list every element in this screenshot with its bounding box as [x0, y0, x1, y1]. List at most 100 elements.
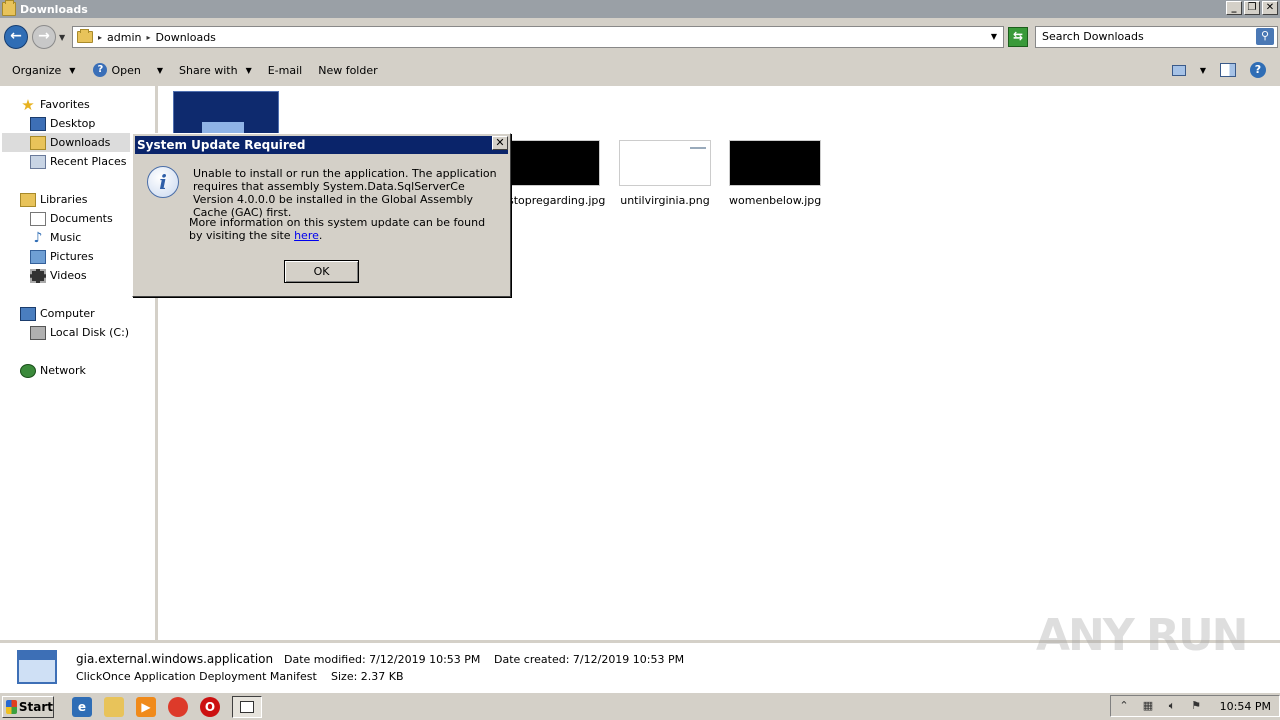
change-view-icon[interactable] — [1171, 64, 1186, 76]
folder-icon — [2, 0, 16, 16]
sidebar-item-desktop[interactable]: Desktop — [30, 114, 95, 133]
address-dropdown-icon[interactable]: ▼ — [991, 32, 997, 41]
computer-icon — [20, 306, 36, 321]
anyrun-watermark: ANY RUN — [1036, 610, 1248, 661]
file-name: untilvirginia.png — [620, 194, 710, 207]
sidebar-item-label: Network — [40, 364, 86, 377]
email-label: E-mail — [267, 63, 303, 77]
taskbar-active-window[interactable] — [232, 695, 262, 718]
taskbar: Start e ▶ O ⌃ ▦ 🔈︎ ⚑ 10:54 PM — [0, 692, 1280, 720]
details-file-type: ClickOnce Application Deployment Manifes… — [76, 670, 317, 683]
application-manifest-icon — [17, 650, 57, 684]
chevron-down-icon[interactable]: ▼ — [1200, 66, 1206, 75]
breadcrumb-downloads[interactable]: Downloads — [156, 31, 216, 44]
modified-label: Date modified: — [284, 653, 366, 666]
sidebar-item-label: Pictures — [50, 250, 94, 263]
close-button[interactable]: ✕ — [1262, 1, 1278, 15]
info-icon: i — [147, 166, 179, 198]
opera-icon[interactable]: O — [200, 696, 220, 717]
sidebar-item-favorites[interactable]: ★ Favorites — [20, 95, 89, 114]
file-name: womenbelow.jpg — [729, 194, 822, 207]
share-with-label: Share with — [178, 63, 238, 77]
sidebar-item-label: Videos — [50, 269, 87, 282]
open-button[interactable]: ? Open ▼ — [93, 63, 163, 77]
forward-button[interactable]: → — [32, 25, 56, 49]
file-thumbnail — [729, 140, 821, 186]
chevron-down-icon[interactable]: ▼ — [157, 66, 163, 75]
application-icon — [240, 700, 254, 713]
sidebar-item-local-disk[interactable]: Local Disk (C:) — [30, 323, 129, 342]
back-button[interactable]: ← — [4, 25, 28, 49]
modified-value: 7/12/2019 10:53 PM — [369, 653, 481, 666]
details-file-name: gia.external.windows.application — [76, 652, 274, 666]
sidebar-item-label: Computer — [40, 307, 95, 320]
file-explorer-icon[interactable] — [104, 696, 124, 717]
clock[interactable]: 10:54 PM — [1220, 700, 1271, 713]
chevron-right-icon[interactable]: ▸ — [146, 33, 150, 42]
documents-icon — [30, 211, 46, 226]
minimize-button[interactable]: _ — [1226, 1, 1242, 15]
share-with-button[interactable]: Share with ▼ — [179, 64, 252, 77]
sidebar-item-documents[interactable]: Documents — [30, 209, 113, 228]
pictures-icon — [30, 249, 46, 264]
email-button[interactable]: E-mail — [268, 64, 303, 77]
here-link[interactable]: here — [294, 229, 319, 242]
sidebar-item-label: Desktop — [50, 117, 96, 130]
organize-button[interactable]: Organize ▼ — [12, 64, 75, 77]
start-button[interactable]: Start — [2, 695, 54, 718]
sidebar-item-label: Recent Places — [50, 155, 127, 168]
dialog-title: System Update Required — [135, 136, 508, 154]
volume-icon[interactable]: 🔈︎ — [1165, 699, 1179, 713]
sidebar-item-music[interactable]: ♪ Music — [30, 228, 82, 247]
start-label: Start — [18, 699, 53, 714]
address-box[interactable]: ▸ admin ▸ Downloads ▼ — [72, 26, 1004, 48]
file-item[interactable]: stopregarding.jpg — [508, 140, 606, 207]
system-tray: ⌃ ▦ 🔈︎ ⚑ 10:54 PM — [1110, 695, 1280, 717]
new-folder-button[interactable]: New folder — [318, 64, 377, 77]
search-icon[interactable]: ⚲ — [1256, 28, 1274, 45]
recent-pages-dropdown[interactable]: ▼ — [59, 33, 65, 42]
music-icon: ♪ — [33, 229, 43, 246]
help-icon[interactable]: ? — [1250, 62, 1266, 78]
file-name: stopregarding.jpg — [508, 194, 606, 207]
internet-explorer-icon[interactable]: e — [72, 696, 92, 717]
sidebar-item-pictures[interactable]: Pictures — [30, 247, 94, 266]
organize-label: Organize — [12, 63, 62, 77]
sidebar-item-network[interactable]: Network — [20, 361, 86, 380]
refresh-button[interactable]: ⇆ — [1008, 27, 1028, 47]
dialog-close-button[interactable]: ✕ — [492, 136, 508, 150]
size-value: 2.37 KB — [360, 670, 404, 683]
search-input[interactable]: Search Downloads — [1035, 26, 1278, 48]
sidebar-item-videos[interactable]: Videos — [30, 266, 87, 285]
view-controls: ▼ ? — [1171, 62, 1266, 78]
address-bar-area: ← → ▼ ▸ admin ▸ Downloads ▼ ⇆ Search Dow… — [0, 18, 1280, 54]
preview-pane-icon[interactable] — [1220, 63, 1236, 77]
chrome-icon[interactable] — [168, 696, 188, 717]
chevron-right-icon[interactable]: ▸ — [98, 33, 102, 42]
sidebar-item-downloads[interactable]: Downloads — [2, 133, 130, 152]
system-update-dialog: System Update Required ✕ i Unable to ins… — [132, 133, 511, 297]
sidebar-item-recent-places[interactable]: Recent Places — [30, 152, 127, 171]
more-info-suffix: . — [318, 229, 323, 242]
media-player-icon[interactable]: ▶ — [136, 696, 156, 717]
window-title-bar: Downloads _ ❐ ✕ — [0, 0, 1280, 18]
file-item[interactable]: untilvirginia.png — [619, 140, 711, 207]
window-controls: _ ❐ ✕ — [1226, 1, 1278, 15]
details-modified: Date modified: 7/12/2019 10:53 PM — [284, 653, 480, 666]
sidebar-item-libraries[interactable]: Libraries — [20, 190, 88, 209]
sidebar-item-computer[interactable]: Computer — [20, 304, 95, 323]
network-status-icon[interactable]: ▦ — [1141, 699, 1155, 713]
open-label: Open — [111, 63, 141, 77]
maximize-button[interactable]: ❐ — [1244, 1, 1260, 15]
details-created: Date created: 7/12/2019 10:53 PM — [494, 653, 684, 666]
show-hidden-icons-icon[interactable]: ⌃ — [1117, 699, 1131, 713]
file-thumbnail — [619, 140, 711, 186]
videos-icon — [30, 268, 46, 283]
file-item[interactable]: womenbelow.jpg — [729, 140, 821, 207]
action-center-flag-icon[interactable]: ⚑ — [1189, 699, 1203, 713]
sidebar-item-label: Libraries — [40, 193, 88, 206]
ok-button[interactable]: OK — [284, 260, 359, 283]
breadcrumb-admin[interactable]: admin — [107, 31, 141, 44]
sidebar-item-label: Documents — [50, 212, 113, 225]
folder-icon — [77, 29, 93, 43]
